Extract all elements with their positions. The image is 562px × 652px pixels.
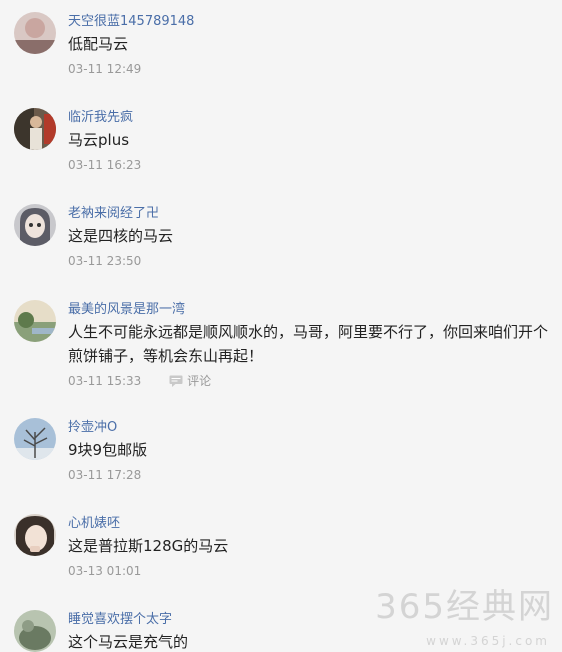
avatar[interactable] <box>14 610 56 652</box>
username[interactable]: 天空很蓝145789148 <box>68 10 194 29</box>
watermark-logo: 365经典网 <box>375 587 554 627</box>
comment-meta: 03-13 01:01 <box>68 564 141 578</box>
comment-text: 这是普拉斯128G的马云 <box>68 537 229 555</box>
reply-label: 评论 <box>187 374 212 388</box>
comment-list: 天空很蓝145789148 低配马云 03-11 12:49 临沂我先疯 马云p… <box>0 0 562 652</box>
timestamp: 03-11 16:23 <box>68 158 142 172</box>
timestamp: 03-13 01:01 <box>68 564 142 578</box>
comment-text: 马云plus <box>68 131 130 149</box>
username[interactable]: 临沂我先疯 <box>68 106 133 125</box>
avatar[interactable] <box>14 300 56 342</box>
comment-text: 这是四核的马云 <box>68 227 174 245</box>
timestamp: 03-11 23:50 <box>68 254 142 268</box>
username[interactable]: 拎壶冲O <box>68 416 117 435</box>
avatar[interactable] <box>14 204 56 246</box>
comment-text: 9块9包邮版 <box>68 441 148 459</box>
avatar[interactable] <box>14 108 56 150</box>
avatar[interactable] <box>14 514 56 556</box>
comment-meta: 03-11 15:33 评论 <box>68 372 211 389</box>
comment-icon <box>169 375 183 387</box>
username[interactable]: 睡觉喜欢摆个太字 <box>68 608 172 627</box>
timestamp: 03-11 12:49 <box>68 62 142 76</box>
comment-meta: 03-11 17:28 <box>68 468 141 482</box>
comment-meta: 03-11 16:23 <box>68 158 141 172</box>
username[interactable]: 心机婊呸 <box>68 512 120 531</box>
comment-text: 低配马云 <box>68 35 129 53</box>
username[interactable]: 老衲来阅经了卍 <box>68 202 159 221</box>
avatar[interactable] <box>14 12 56 54</box>
avatar[interactable] <box>14 418 56 460</box>
timestamp: 03-11 15:33 <box>68 374 142 388</box>
comment-text: 人生不可能永远都是顺风顺水的，马哥，阿里要不行了，你回来咱们开个煎饼铺子，等机会… <box>68 323 549 365</box>
username[interactable]: 最美的风景是那一湾 <box>68 298 185 317</box>
reply-button[interactable]: 评论 <box>169 374 211 388</box>
comment-meta: 03-11 23:50 <box>68 254 141 268</box>
comment-meta: 03-11 12:49 <box>68 62 141 76</box>
timestamp: 03-11 17:28 <box>68 468 142 482</box>
watermark-url: www.365j.com <box>426 634 550 648</box>
